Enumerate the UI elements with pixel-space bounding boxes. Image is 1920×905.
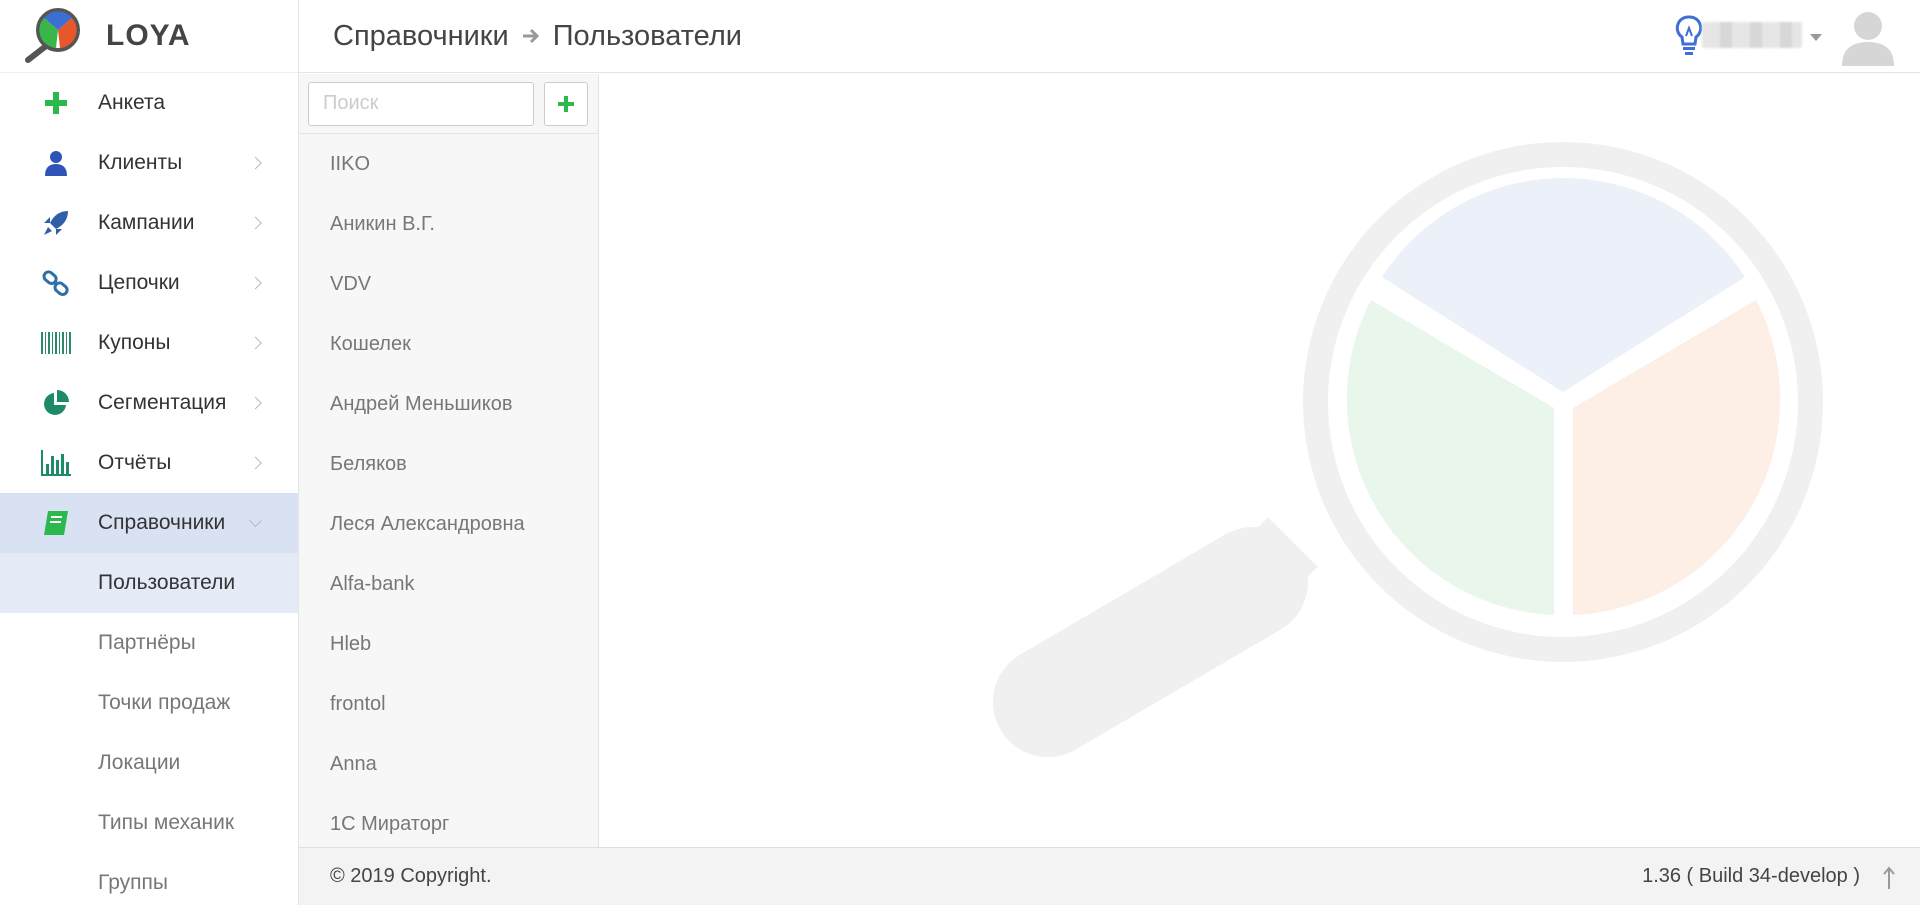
- top-header: Справочники Пользователи: [299, 0, 1920, 73]
- sidebar-item-anketa[interactable]: Анкета: [0, 73, 298, 133]
- breadcrumb: Справочники Пользователи: [333, 20, 742, 53]
- list-item[interactable]: VDV: [299, 254, 598, 314]
- footer: © 2019 Copyright. 1.36 ( Build 34-develo…: [299, 847, 1920, 905]
- breadcrumb-item-references[interactable]: Справочники: [333, 20, 509, 53]
- list-item[interactable]: Hleb: [299, 614, 598, 674]
- chevron-right-icon: [249, 156, 262, 170]
- sidebar-item-coupons[interactable]: Купоны: [0, 313, 298, 373]
- search-input[interactable]: [308, 81, 534, 126]
- chevron-right-icon: [249, 396, 262, 410]
- list-item[interactable]: Аникин В.Г.: [299, 194, 598, 254]
- list-item[interactable]: IIKO: [299, 134, 598, 194]
- user-name-blurred[interactable]: [1702, 22, 1802, 48]
- main-content: [600, 74, 1920, 847]
- chevron-right-icon: [249, 456, 262, 470]
- sidebar-item-label: Клиенты: [98, 151, 183, 174]
- list-item[interactable]: 1С Мираторг: [299, 794, 598, 854]
- user-icon: [30, 148, 82, 178]
- sidebar-item-label: Цепочки: [98, 271, 180, 294]
- sidebar-subitem-points-of-sale[interactable]: Точки продаж: [0, 673, 298, 733]
- bar-chart-icon: [30, 448, 82, 478]
- list-item[interactable]: Anna: [299, 734, 598, 794]
- plus-icon: [30, 88, 82, 118]
- sidebar-subitem-mechanic-types[interactable]: Типы механик: [0, 793, 298, 853]
- sidebar: LOYA Анкета Клиенты Кампании Цепочки Куп…: [0, 0, 299, 905]
- sidebar-item-label: Отчёты: [98, 451, 172, 474]
- sidebar-subitem-users[interactable]: Пользователи: [0, 553, 298, 613]
- breadcrumb-item-users: Пользователи: [552, 19, 742, 52]
- list-item[interactable]: Беляков: [299, 434, 598, 494]
- sidebar-subitem-locations[interactable]: Локации: [0, 733, 298, 793]
- sidebar-subitem-partners[interactable]: Партнёры: [0, 613, 298, 673]
- sidebar-item-label: Купоны: [98, 331, 171, 354]
- chevron-right-icon: [249, 216, 262, 230]
- chevron-down-icon: [249, 514, 262, 528]
- sidebar-item-chains[interactable]: Цепочки: [0, 253, 298, 313]
- sidebar-item-clients[interactable]: Клиенты: [0, 133, 298, 193]
- logo-magnifier-icon: [25, 8, 80, 63]
- list-item[interactable]: Кошелек: [299, 314, 598, 374]
- chevron-right-icon: [249, 276, 262, 290]
- barcode-icon: [30, 328, 82, 358]
- arrow-right-icon: [522, 28, 539, 44]
- chain-icon: [30, 268, 82, 298]
- book-icon: [30, 508, 82, 538]
- users-list: IIKO Аникин В.Г. VDV Кошелек Андрей Мень…: [299, 134, 598, 854]
- chevron-right-icon: [249, 336, 262, 350]
- watermark-magnifier-icon: [993, 142, 1823, 757]
- users-list-panel: IIKO Аникин В.Г. VDV Кошелек Андрей Мень…: [299, 74, 599, 847]
- sidebar-subitem-groups[interactable]: Группы: [0, 853, 298, 905]
- logo[interactable]: LOYA: [0, 0, 298, 73]
- list-item[interactable]: Alfa-bank: [299, 554, 598, 614]
- list-item[interactable]: frontol: [299, 674, 598, 734]
- sidebar-item-reports[interactable]: Отчёты: [0, 433, 298, 493]
- sidebar-item-campaigns[interactable]: Кампании: [0, 193, 298, 253]
- copyright-text: © 2019 Copyright.: [330, 865, 492, 887]
- sidebar-item-segmentation[interactable]: Сегментация: [0, 373, 298, 433]
- sidebar-item-label: Анкета: [98, 91, 166, 114]
- rocket-icon: [30, 208, 82, 238]
- add-user-button[interactable]: [544, 81, 588, 126]
- caret-down-icon[interactable]: [1810, 34, 1822, 41]
- list-item[interactable]: Андрей Меньшиков: [299, 374, 598, 434]
- sidebar-item-label: Справочники: [98, 511, 226, 534]
- sidebar-item-label: Сегментация: [98, 391, 227, 414]
- avatar-icon[interactable]: [1840, 8, 1896, 66]
- pie-icon: [30, 388, 82, 418]
- list-item[interactable]: Леся Александровна: [299, 494, 598, 554]
- logo-text: LOYA: [106, 19, 191, 52]
- sidebar-item-references[interactable]: Справочники: [0, 493, 298, 553]
- sidebar-item-label: Кампании: [98, 211, 195, 234]
- plus-icon: [558, 95, 574, 112]
- version-text: 1.36 ( Build 34-develop ): [1642, 865, 1860, 887]
- lightbulb-icon[interactable]: [1674, 14, 1704, 56]
- search-row: [299, 74, 598, 134]
- arrow-up-icon[interactable]: [1882, 866, 1896, 890]
- sidebar-nav: Анкета Клиенты Кампании Цепочки Купоны С…: [0, 73, 298, 553]
